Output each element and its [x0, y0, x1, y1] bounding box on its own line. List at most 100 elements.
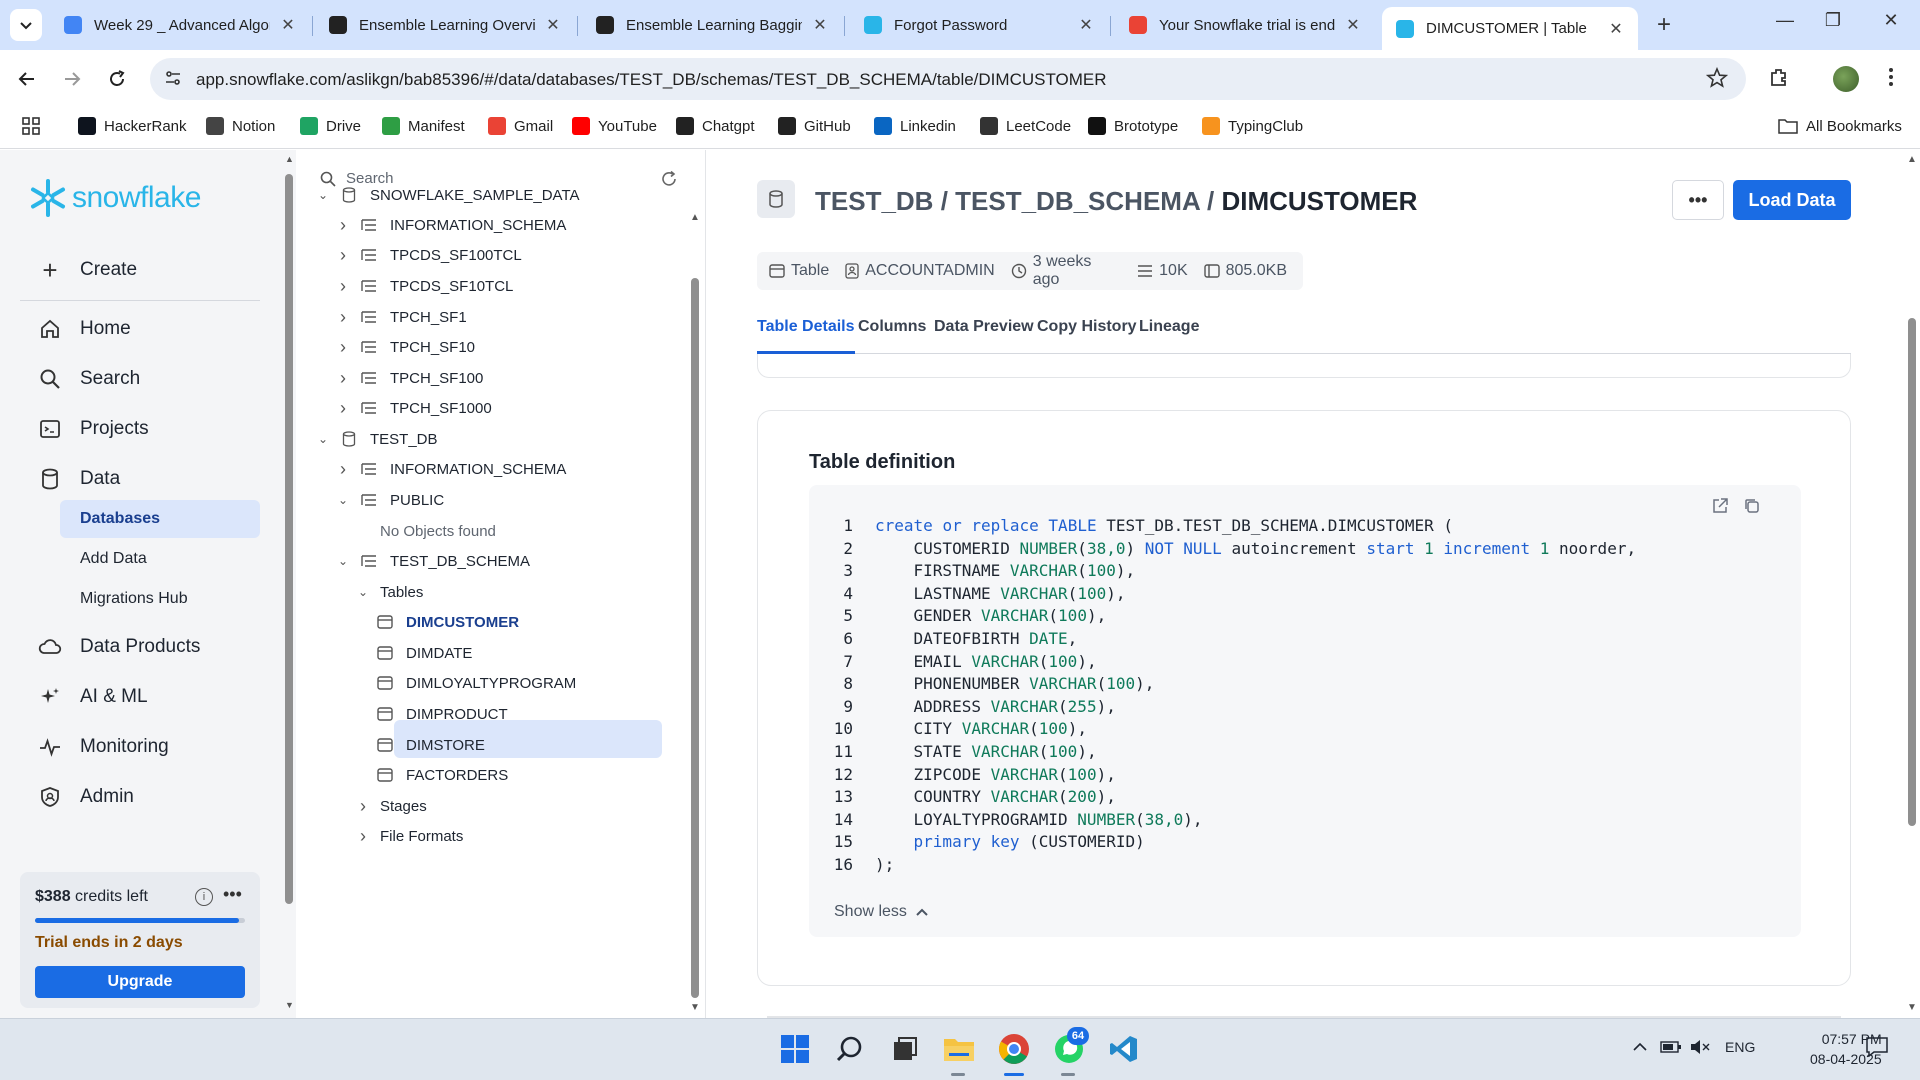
close-tab-icon[interactable]: ✕ — [1608, 19, 1624, 39]
windows-start-icon[interactable] — [778, 1032, 812, 1066]
tree-node-schema[interactable]: › TPCH_SF1 — [336, 306, 467, 328]
maximize-window-button[interactable]: ❐ — [1818, 10, 1848, 31]
chrome-menu-icon[interactable] — [1888, 66, 1894, 93]
vscode-icon[interactable] — [1107, 1032, 1141, 1066]
tree-node-schema[interactable]: › TPCDS_SF10TCL — [336, 275, 513, 297]
extensions-puzzle-icon[interactable] — [1768, 66, 1790, 93]
tree-node-table[interactable]: DIMDATE — [376, 642, 472, 664]
tree-node-schema[interactable]: › TPCH_SF10 — [336, 336, 475, 358]
info-icon[interactable]: i — [195, 888, 213, 906]
close-tab-icon[interactable]: ✕ — [280, 15, 296, 35]
bookmark-link[interactable]: Drive — [300, 117, 361, 135]
tree-scrollbar[interactable]: ▲ ▼ — [688, 150, 702, 1018]
bookmark-link[interactable]: HackerRank — [78, 117, 187, 135]
tray-overflow-chevron-icon[interactable] — [1632, 1039, 1648, 1058]
profile-avatar[interactable] — [1833, 66, 1859, 92]
tree-node-table[interactable]: DIMSTORE — [376, 734, 485, 756]
close-tab-icon[interactable]: ✕ — [1078, 15, 1094, 35]
chrome-icon[interactable] — [997, 1032, 1031, 1066]
bookmark-link[interactable]: Brototype — [1088, 117, 1178, 135]
chevron-right-icon[interactable]: › — [356, 796, 370, 817]
site-info-icon[interactable] — [164, 69, 182, 92]
chevron-right-icon[interactable]: › — [336, 215, 350, 236]
close-window-button[interactable]: ✕ — [1876, 10, 1906, 31]
upgrade-button[interactable]: Upgrade — [35, 966, 245, 998]
chevron-right-icon[interactable]: › — [356, 826, 370, 847]
copy-icon[interactable] — [1743, 497, 1761, 520]
chevron-right-icon[interactable]: › — [336, 398, 350, 419]
main-scrollbar[interactable]: ▲ ▼ — [1904, 150, 1920, 1018]
forward-button[interactable] — [57, 64, 87, 94]
search-icon[interactable] — [833, 1032, 867, 1066]
refresh-icon[interactable] — [660, 170, 678, 193]
chevron-right-icon[interactable]: › — [336, 459, 350, 480]
bookmark-star-icon[interactable] — [1705, 66, 1729, 94]
chevron-down-icon[interactable]: ⌄ — [316, 432, 330, 446]
credits-more-icon[interactable]: ••• — [223, 884, 242, 905]
notifications-icon[interactable] — [1866, 1037, 1888, 1060]
tab-table-details[interactable]: Table Details — [757, 318, 855, 354]
breadcrumb-schema[interactable]: TEST_DB_SCHEMA — [955, 186, 1200, 216]
url-omnibox[interactable]: app.snowflake.com/aslikgn/bab85396/#/dat… — [150, 58, 1746, 100]
show-less-button[interactable]: Show less — [834, 903, 929, 921]
volume-muted-icon[interactable] — [1690, 1039, 1710, 1058]
tab-lineage[interactable]: Lineage — [1139, 318, 1199, 354]
bookmark-link[interactable]: Manifest — [382, 117, 465, 135]
nav-item-projects[interactable]: Projects — [38, 417, 149, 441]
chevron-down-icon[interactable]: ⌄ — [336, 493, 350, 507]
tree-node-schema[interactable]: › INFORMATION_SCHEMA — [336, 214, 566, 236]
apps-grid-icon[interactable] — [22, 117, 40, 135]
chevron-down-icon[interactable]: ⌄ — [336, 554, 350, 568]
nav-sub-item[interactable]: Add Data — [60, 540, 260, 578]
chevron-down-icon[interactable]: ⌄ — [356, 585, 370, 599]
bookmark-link[interactable]: Notion — [206, 117, 275, 135]
tree-node-table[interactable]: DIMCUSTOMER — [376, 611, 519, 633]
tree-node-schema[interactable]: › TPCH_SF1000 — [336, 397, 492, 419]
more-actions-button[interactable]: ••• — [1672, 180, 1724, 220]
nav-item-data[interactable]: Data — [38, 467, 120, 491]
browser-tab[interactable]: Week 29 _ Advanced Algori ✕ — [50, 7, 310, 43]
nav-item[interactable]: Data Products — [38, 635, 200, 659]
tree-node-schema[interactable]: ⌄ PUBLIC — [336, 489, 444, 511]
bookmark-link[interactable]: TypingClub — [1202, 117, 1303, 135]
bookmark-link[interactable]: Linkedin — [874, 117, 956, 135]
chevron-right-icon[interactable]: › — [336, 368, 350, 389]
language-indicator[interactable]: ENG — [1725, 1039, 1755, 1055]
reload-button[interactable] — [102, 64, 132, 94]
bookmark-link[interactable]: Chatgpt — [676, 117, 755, 135]
tree-node-schema[interactable]: ⌄ TEST_DB_SCHEMA — [336, 550, 530, 572]
create-button[interactable]: + Create — [38, 255, 137, 285]
nav-scrollbar[interactable]: ▲ ▼ — [282, 150, 296, 1018]
new-tab-button[interactable]: + — [1650, 11, 1678, 39]
nav-item-home[interactable]: Home — [38, 317, 131, 341]
bookmark-link[interactable]: LeetCode — [980, 117, 1071, 135]
tree-node-folder[interactable]: ⌄ Tables — [356, 581, 423, 603]
chevron-down-icon[interactable]: ⌄ — [316, 188, 330, 202]
breadcrumb-database[interactable]: TEST_DB — [815, 186, 933, 216]
snowflake-logo[interactable]: snowflake — [28, 178, 201, 218]
browser-tab[interactable]: Ensemble Learning Baggin ✕ — [582, 7, 842, 43]
bookmark-link[interactable]: YouTube — [572, 117, 657, 135]
nav-sub-item[interactable]: Migrations Hub — [60, 580, 260, 618]
bookmark-link[interactable]: Gmail — [488, 117, 553, 135]
chevron-right-icon[interactable]: › — [336, 245, 350, 266]
tree-node-schema[interactable]: › TPCDS_SF100TCL — [336, 244, 522, 266]
close-tab-icon[interactable]: ✕ — [545, 15, 561, 35]
nav-sub-item[interactable]: Databases — [60, 500, 260, 538]
minimize-window-button[interactable]: — — [1770, 10, 1800, 31]
tree-node-table[interactable]: FACTORDERS — [376, 764, 508, 786]
tree-node-db[interactable]: ⌄ TEST_DB — [316, 428, 438, 450]
nav-item[interactable]: AI & ML — [38, 685, 148, 709]
tab-columns[interactable]: Columns — [858, 318, 926, 354]
tab-search-menu-button[interactable] — [10, 9, 42, 41]
bookmark-link[interactable]: GitHub — [778, 117, 851, 135]
battery-icon[interactable] — [1660, 1039, 1682, 1058]
chevron-right-icon[interactable]: › — [336, 337, 350, 358]
tree-node-table[interactable]: DIMPRODUCT — [376, 703, 508, 725]
nav-item[interactable]: Admin — [38, 785, 134, 809]
chevron-right-icon[interactable]: › — [336, 276, 350, 297]
nav-item[interactable]: Monitoring — [38, 735, 169, 759]
back-button[interactable] — [12, 64, 42, 94]
open-in-worksheet-icon[interactable] — [1711, 497, 1729, 520]
tree-node-table[interactable]: DIMLOYALTYPROGRAM — [376, 672, 576, 694]
